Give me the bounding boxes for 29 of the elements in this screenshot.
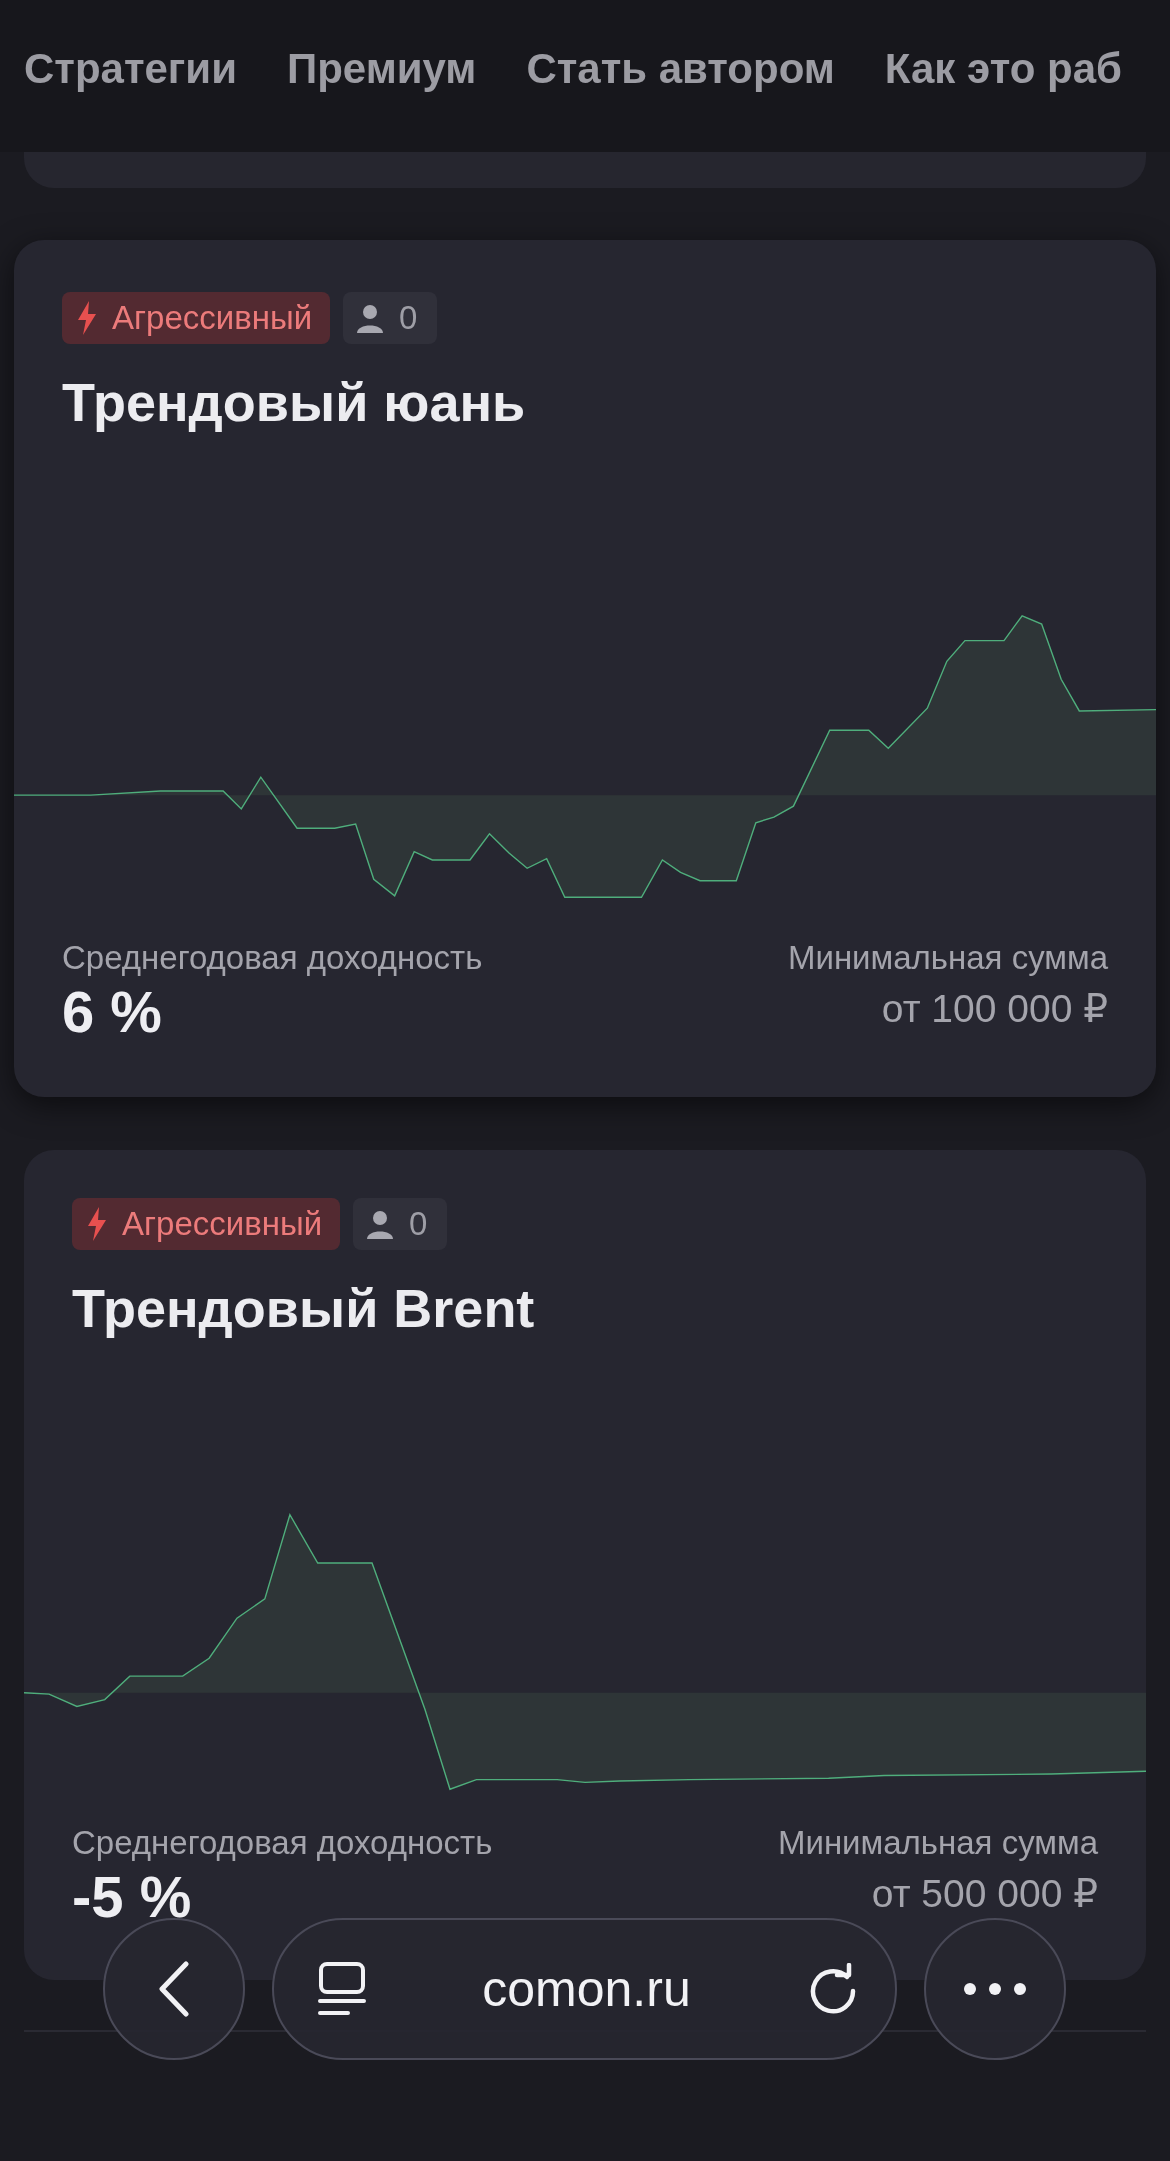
yield-value: -5 % <box>72 1864 192 1930</box>
subscribers-badge: 0 <box>343 292 438 344</box>
yield-label: Среднегодовая доходность <box>62 938 483 978</box>
risk-badge: Агрессивный <box>72 1198 341 1250</box>
min-sum-value: от 100 000 ₽ <box>881 987 1108 1031</box>
address-bar[interactable]: comon.ru <box>272 1918 897 2060</box>
min-sum-label: Минимальная сумма <box>787 938 1108 978</box>
back-icon <box>159 1961 189 2017</box>
more-icon <box>963 1982 1027 1996</box>
reader-icon <box>318 1961 366 2017</box>
person-icon <box>365 1209 396 1239</box>
lightning-icon <box>86 1207 108 1241</box>
lightning-icon <box>76 301 98 335</box>
person-icon <box>355 303 386 333</box>
yield-value: 6 % <box>62 979 162 1045</box>
strategy-title: Трендовый юань <box>62 371 527 434</box>
min-sum-value: от 500 000 ₽ <box>871 1872 1098 1916</box>
nav-link[interactable]: Премиум <box>287 45 477 93</box>
nav-link[interactable]: Стратегии <box>24 45 237 93</box>
strategy-card[interactable]: Агрессивный 0 Трендовый Brent Среднегодовая доходность -5 % Минимальная сумма от 500 000 ₽ <box>24 1150 1146 1980</box>
subscribers-badge: 0 <box>353 1198 448 1250</box>
strategy-card[interactable]: Агрессивный 0 Трендовый юань Среднегодовая доходность 6 % Минимальная сумма от 100 000 ₽ <box>14 240 1156 1097</box>
reader-button[interactable] <box>318 1961 366 2017</box>
strategy-title: Трендовый Brent <box>72 1277 536 1340</box>
nav-link[interactable]: Как это раб <box>884 45 1122 93</box>
min-sum-label: Минимальная сумма <box>777 1823 1098 1863</box>
risk-badge: Агрессивный <box>62 292 331 344</box>
yield-label: Среднегодовая доходность <box>72 1823 493 1863</box>
nav-link[interactable]: Стать автором <box>526 45 835 93</box>
